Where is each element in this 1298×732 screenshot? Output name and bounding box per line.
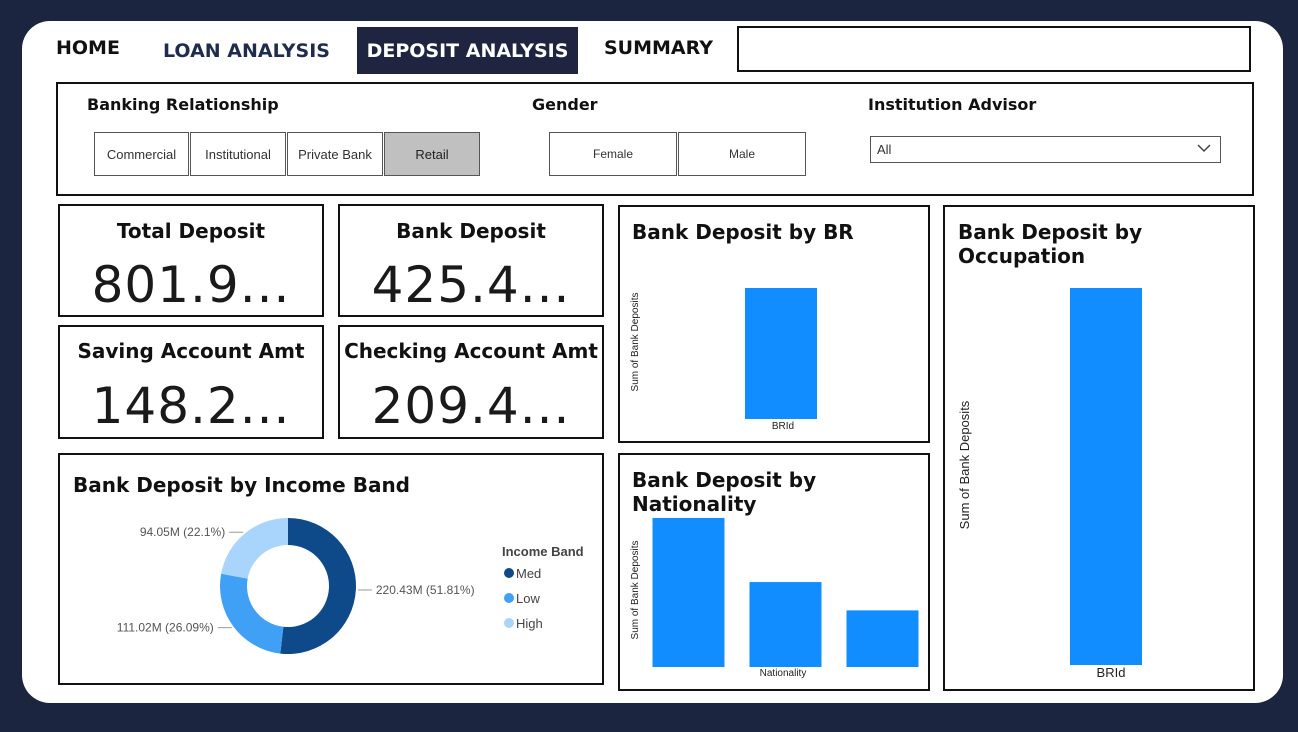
bar (652, 518, 725, 667)
chip-retail[interactable]: Retail (384, 132, 480, 176)
gender-title: Gender (532, 95, 598, 114)
chip-commercial[interactable]: Commercial (94, 132, 189, 176)
blank-input-box[interactable] (737, 26, 1251, 72)
kpi-card-total-deposit: Total Deposit 801.9... (58, 204, 324, 317)
donut-slice (280, 518, 356, 654)
y-axis-label: Sum of Bank Deposits (630, 293, 641, 392)
kpi-value: 209.4... (371, 377, 571, 435)
donut-slice (221, 518, 288, 579)
nav-loan-analysis-link[interactable]: LOAN ANALYSIS (163, 40, 330, 62)
banking-relationship-title: Banking Relationship (87, 95, 279, 114)
kpi-title: Total Deposit (116, 219, 266, 243)
chart-card-by-nationality: Bank Deposit by Nationality Sum of Bank … (618, 453, 930, 691)
donut-chart-by-income-band: 220.43M (51.81%) 111.02M (26.09%) 94.05M (… (117, 518, 584, 654)
x-axis-label: BRId (772, 421, 794, 432)
x-axis-label: BRId (1097, 665, 1126, 680)
legend-marker (504, 618, 514, 628)
x-axis-label: Nationality (760, 668, 807, 679)
legend-marker (504, 593, 514, 603)
kpi-title: Checking Account Amt (344, 339, 598, 363)
legend-label: Low (516, 591, 540, 606)
chevron-down-icon (1196, 140, 1212, 159)
chip-female[interactable]: Female (549, 132, 677, 176)
bar (1070, 288, 1142, 665)
data-label: 94.05M (22.1%) (140, 525, 225, 539)
bar (846, 610, 919, 667)
kpi-card-bank-deposit: Bank Deposit 425.4... (338, 204, 604, 317)
nav-summary-link[interactable]: SUMMARY (604, 37, 713, 59)
kpi-title: Bank Deposit (396, 219, 546, 243)
nav-home-link[interactable]: HOME (56, 37, 120, 59)
y-axis-label: Sum of Bank Deposits (957, 400, 972, 529)
data-label: 220.43M (51.81%) (376, 583, 475, 597)
legend-label: High (516, 616, 543, 631)
chart-card-by-br: Bank Deposit by BR Sum of Bank Deposits B… (618, 205, 930, 443)
kpi-title: Saving Account Amt (77, 339, 305, 363)
chip-male[interactable]: Male (678, 132, 806, 176)
kpi-card-saving-account: Saving Account Amt 148.2... (58, 325, 324, 439)
legend-title: Income Band (502, 544, 584, 559)
kpi-card-checking-account: Checking Account Amt 209.4... (338, 325, 604, 439)
legend-marker (504, 568, 514, 578)
bar (745, 288, 817, 419)
institution-advisor-dropdown[interactable]: All (870, 136, 1221, 163)
legend-label: Med (516, 566, 541, 581)
chart-card-by-income-band: Bank Deposit by Income Band 220.43M (51.… (58, 453, 604, 685)
dropdown-value: All (877, 142, 892, 157)
donut-slice (220, 573, 284, 654)
kpi-value: 801.9... (91, 256, 291, 314)
chip-private-bank[interactable]: Private Bank (287, 132, 383, 176)
y-axis-label: Sum of Bank Deposits (630, 541, 641, 640)
chart-card-by-occupation: Bank Deposit by Occupation Sum of Bank D… (943, 205, 1255, 691)
bar (749, 582, 822, 667)
nav-deposit-analysis-tab[interactable]: DEPOSIT ANALYSIS (357, 27, 578, 74)
bar-chart-by-occupation: Sum of Bank Deposits BRId (957, 288, 1142, 680)
chip-institutional[interactable]: Institutional (190, 132, 286, 176)
institution-advisor-title: Institution Advisor (868, 95, 1037, 114)
bar-chart-by-br: Sum of Bank Deposits BRId (630, 288, 817, 432)
kpi-value: 148.2... (91, 377, 291, 435)
kpi-value: 425.4... (371, 256, 571, 314)
bar-chart-by-nationality: Sum of Bank Deposits Nationality (630, 518, 919, 679)
data-label: 111.02M (26.09%) (117, 621, 214, 635)
